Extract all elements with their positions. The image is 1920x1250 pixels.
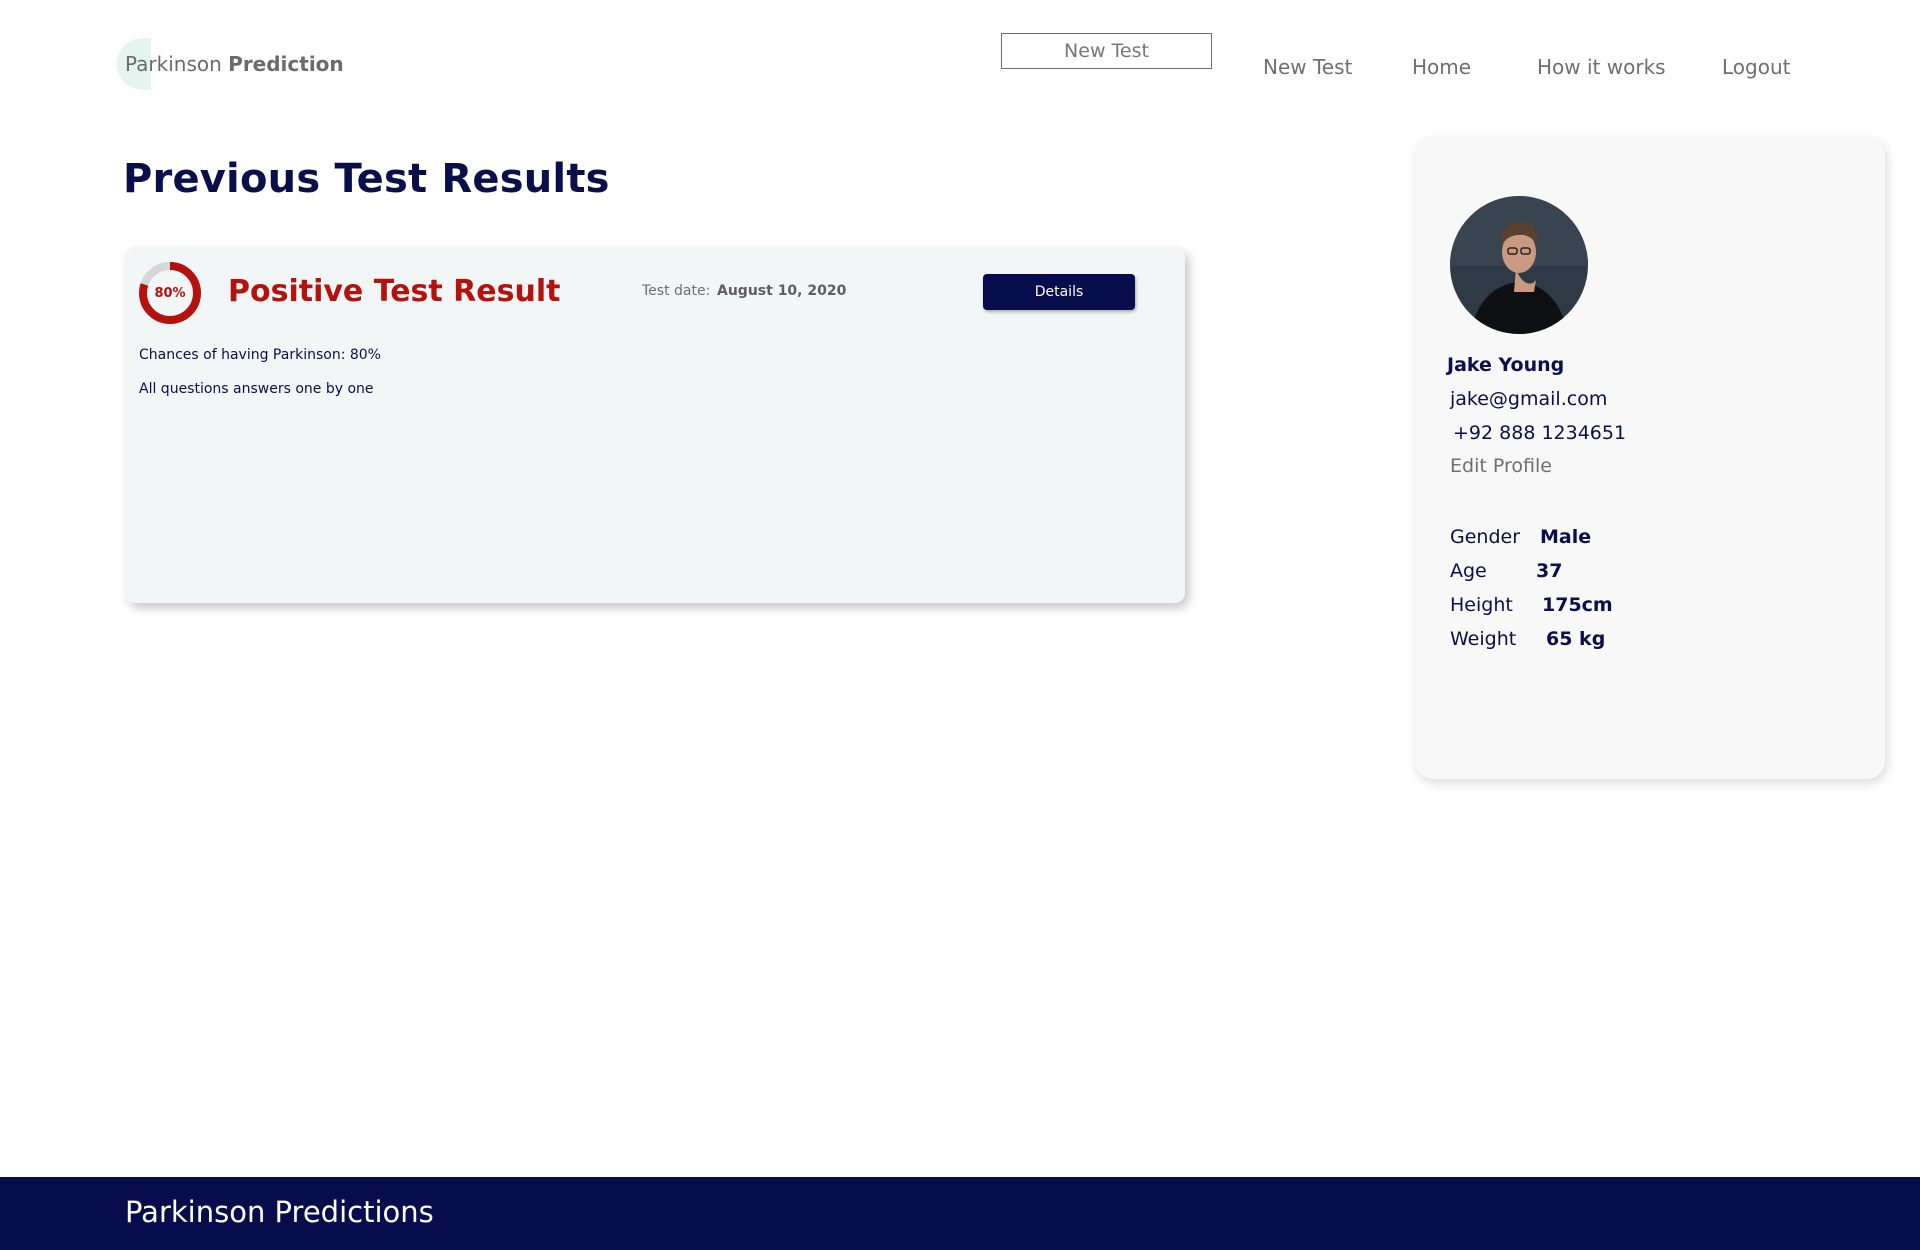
- test-result-card: 80% Positive Test Result Test date: Augu…: [125, 247, 1185, 603]
- profile-card: Jake Young jake@gmail.com +92 888 123465…: [1415, 137, 1885, 779]
- stat-height-value: 175cm: [1542, 594, 1613, 616]
- percent-label: 80%: [154, 285, 186, 301]
- logo-bold: Prediction: [228, 52, 344, 76]
- avatar-photo: [1450, 196, 1588, 334]
- answers-text: All questions answers one by one: [139, 381, 374, 397]
- nav-new-test[interactable]: New Test: [1263, 55, 1352, 79]
- stat-age-value: 37: [1536, 560, 1563, 582]
- logo-text: Parkinson Prediction: [125, 52, 344, 76]
- profile-email: jake@gmail.com: [1450, 388, 1608, 410]
- stat-weight-value: 65 kg: [1546, 628, 1606, 650]
- stat-weight-label: Weight: [1450, 628, 1517, 650]
- result-title: Positive Test Result: [228, 274, 561, 309]
- avatar: [1450, 196, 1588, 334]
- test-date-label: Test date:: [642, 283, 711, 299]
- footer: Parkinson Predictions: [0, 1177, 1920, 1250]
- stat-gender-label: Gender: [1450, 526, 1521, 548]
- footer-text: Parkinson Predictions: [125, 1195, 434, 1229]
- details-button[interactable]: Details: [983, 274, 1135, 310]
- edit-profile-link[interactable]: Edit Profile: [1450, 455, 1552, 477]
- stat-height-label: Height: [1450, 594, 1513, 616]
- chance-text: Chances of having Parkinson: 80%: [139, 347, 381, 363]
- nav-home[interactable]: Home: [1412, 55, 1471, 79]
- logo-light: Parkinson: [125, 52, 222, 76]
- logo[interactable]: Parkinson Prediction: [117, 38, 344, 90]
- profile-name: Jake Young: [1447, 354, 1565, 376]
- nav-how-it-works[interactable]: How it works: [1537, 55, 1666, 79]
- page-title: Previous Test Results: [123, 156, 610, 202]
- new-test-outline-button[interactable]: New Test: [1001, 33, 1212, 69]
- test-date-value: August 10, 2020: [717, 283, 847, 299]
- nav-logout[interactable]: Logout: [1722, 55, 1790, 79]
- stat-gender-value: Male: [1540, 526, 1592, 548]
- page: Parkinson Prediction New Test New Test H…: [0, 0, 1920, 1250]
- stat-age-label: Age: [1450, 560, 1487, 582]
- profile-phone: +92 888 1234651: [1453, 422, 1627, 444]
